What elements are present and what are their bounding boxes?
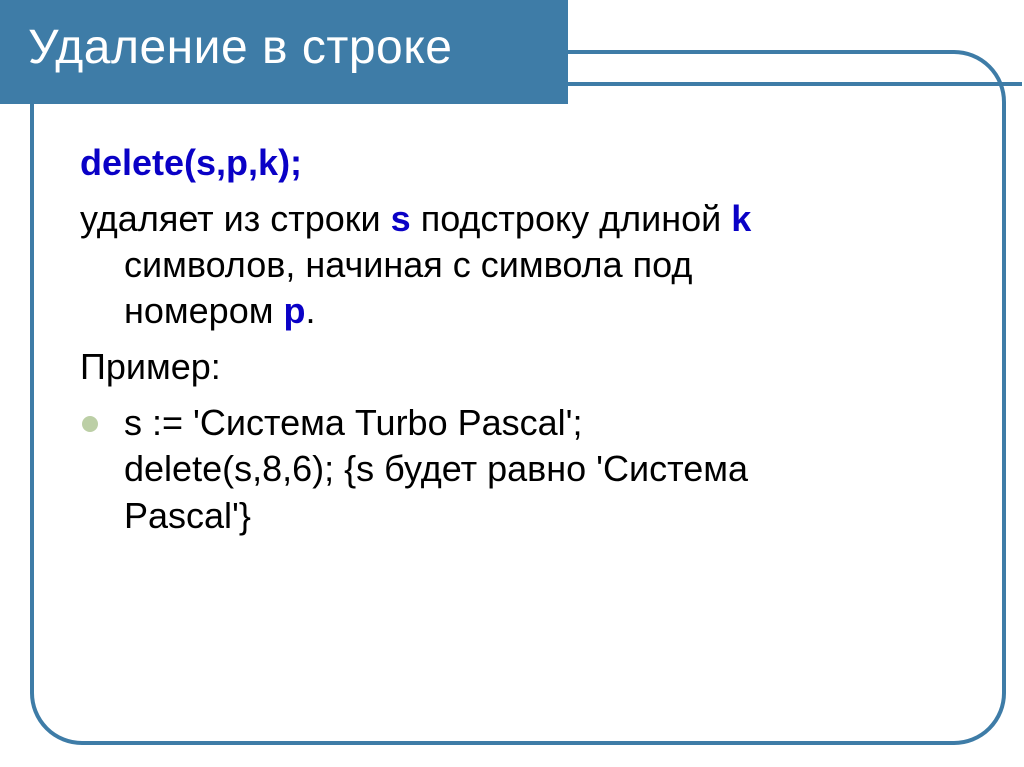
description: удаляет из строки s подстроку длиной k с…	[80, 196, 964, 334]
body-text: delete(s,p,k); удаляет из строки s подст…	[80, 140, 964, 549]
desc-s: s	[391, 198, 411, 239]
example-line-1: s := 'Система Turbo Pascal';	[124, 400, 964, 446]
bullet-dot-icon	[82, 416, 98, 432]
example-block: s := 'Система Turbo Pascal'; delete(s,8,…	[80, 400, 964, 538]
desc-mid1: подстроку длиной	[411, 198, 732, 239]
desc-end: .	[305, 290, 315, 331]
function-signature: delete(s,p,k);	[80, 140, 964, 186]
desc-p: p	[283, 290, 305, 331]
desc-line3a: номером	[124, 290, 283, 331]
slide: Удаление в строке delete(s,p,k); удаляет…	[0, 0, 1024, 767]
desc-pre: удаляет из строки	[80, 198, 391, 239]
desc-line-1: удаляет из строки s подстроку длиной k	[80, 196, 964, 242]
desc-line-3: номером p.	[80, 288, 964, 334]
desc-line-2: символов, начиная с символа под	[80, 242, 964, 288]
func-sig: delete(s,p,k);	[80, 142, 302, 183]
title-band: Удаление в строке	[0, 0, 1024, 104]
desc-k: k	[731, 198, 751, 239]
example-line-3: Pascal'}	[124, 493, 964, 539]
example-label: Пример:	[80, 344, 964, 390]
slide-title: Удаление в строке	[28, 20, 452, 75]
example-line-2: delete(s,8,6); {s будет равно 'Система	[124, 446, 964, 492]
title-rule	[0, 82, 1022, 86]
